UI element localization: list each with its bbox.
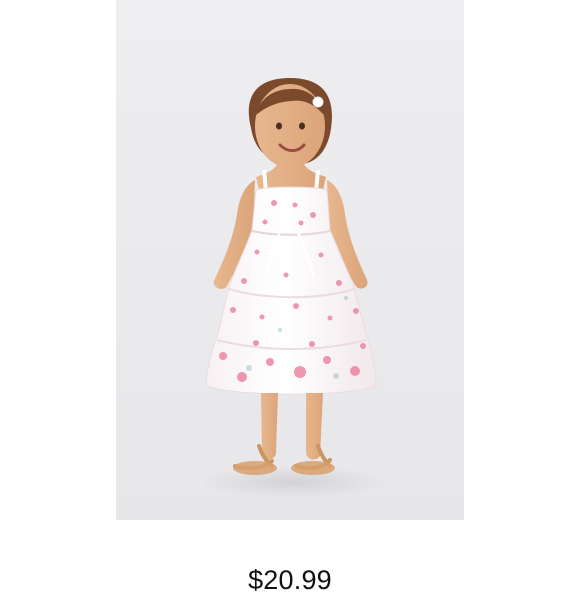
- product-photo: [202, 78, 386, 498]
- product-image[interactable]: [116, 0, 464, 520]
- product-card[interactable]: $20.99: [0, 0, 580, 600]
- left-leg: [261, 393, 278, 460]
- hair-clip: [312, 96, 324, 108]
- product-price: $20.99: [248, 565, 332, 595]
